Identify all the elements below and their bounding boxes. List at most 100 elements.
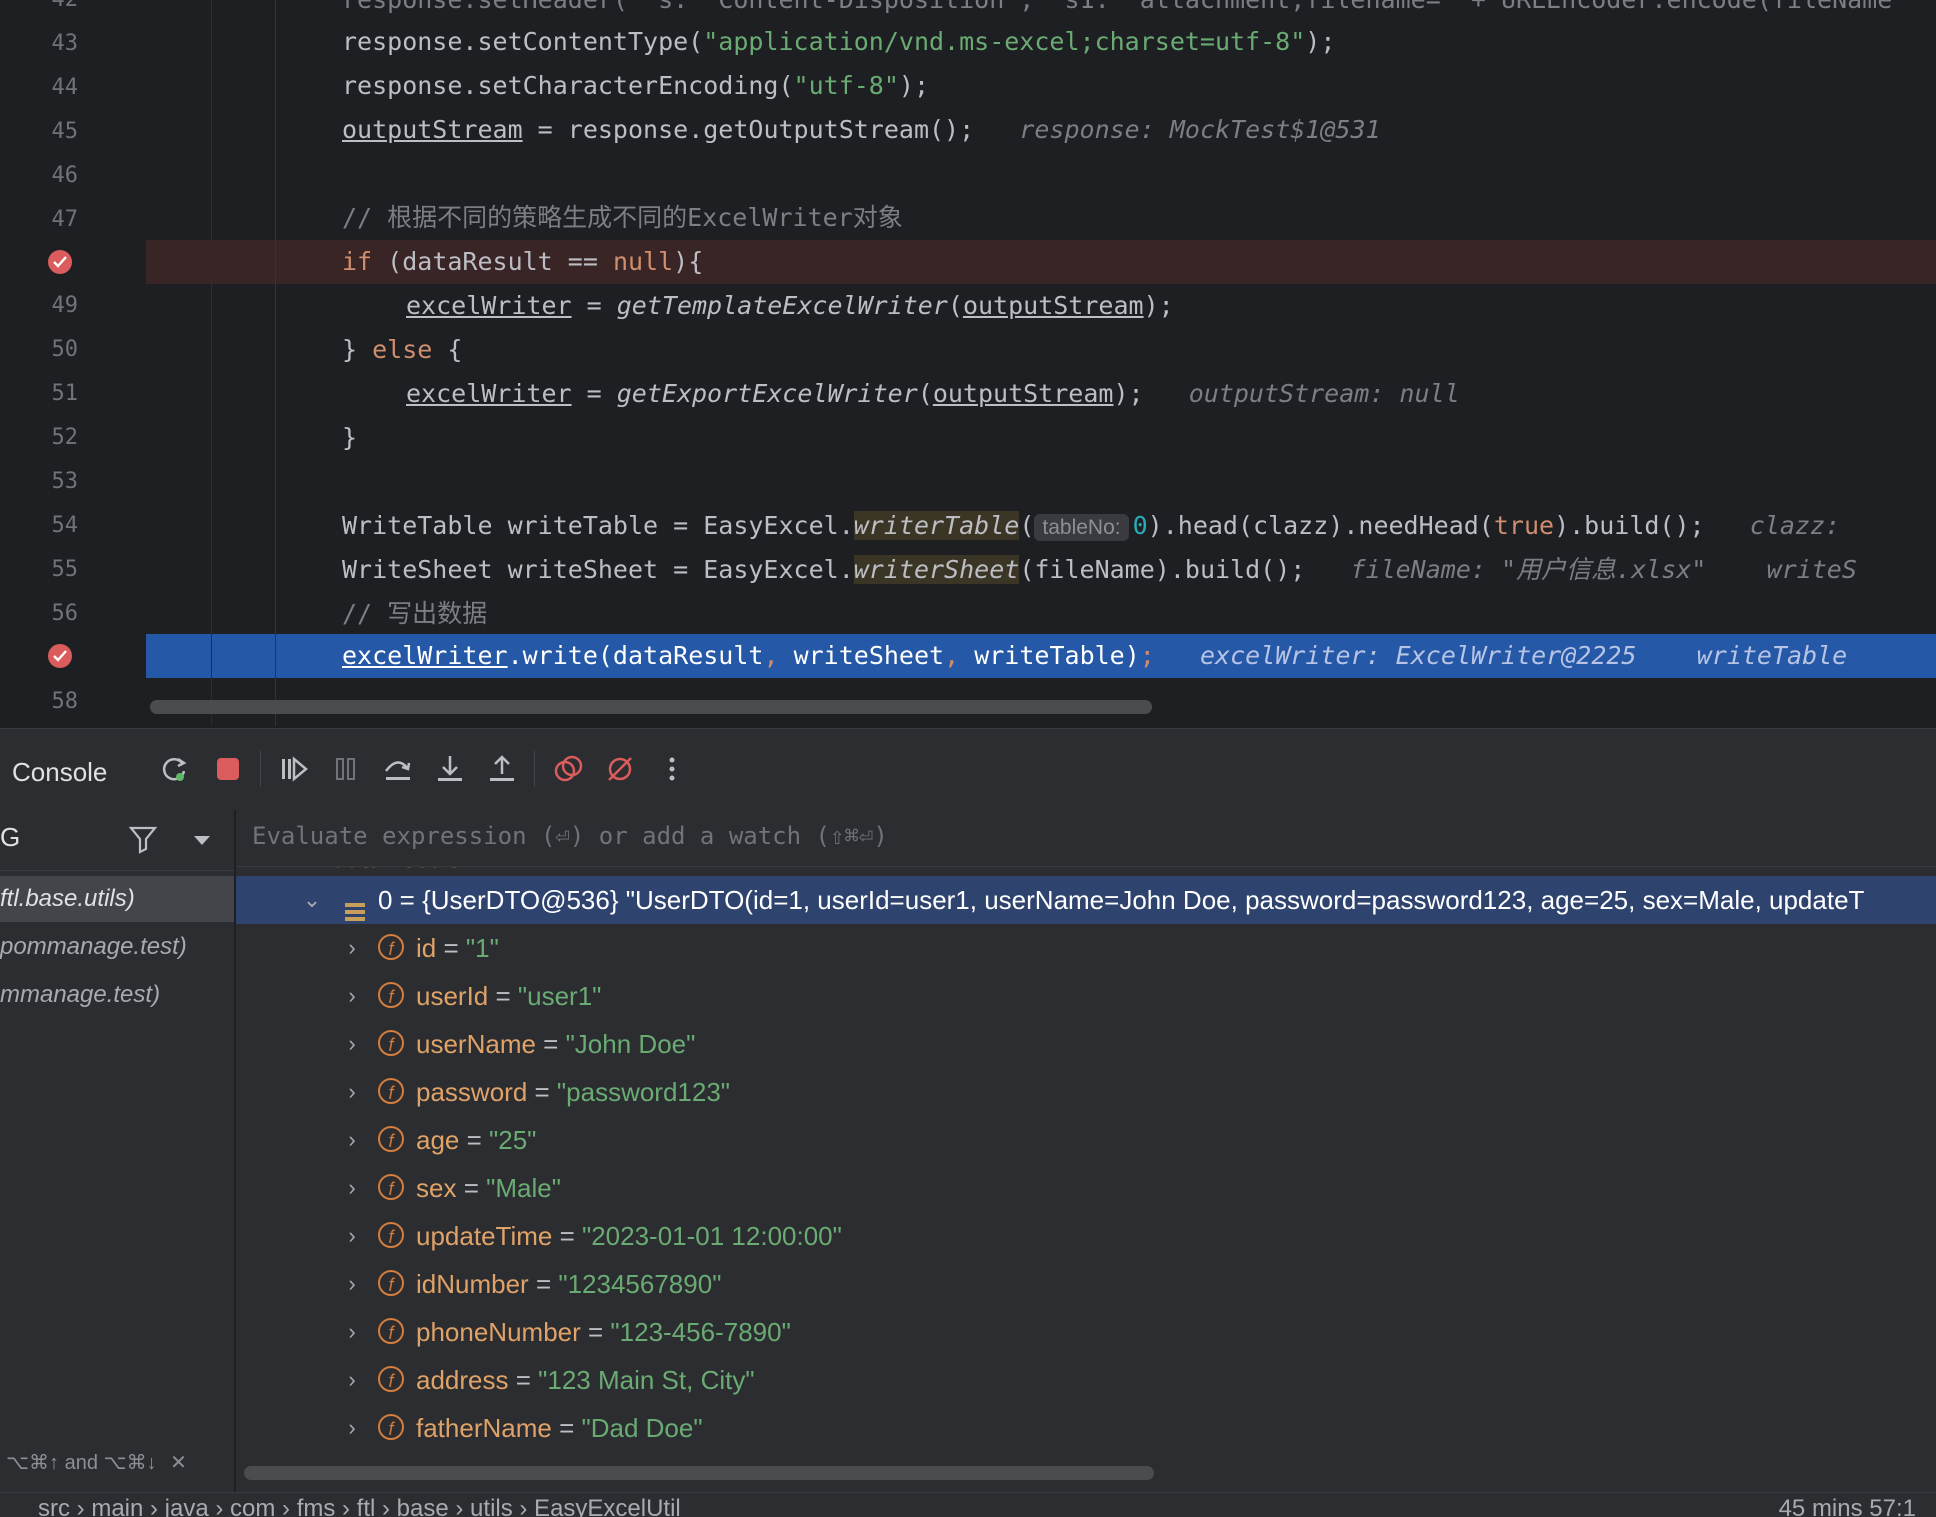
chevron-down-icon[interactable] — [192, 832, 212, 851]
variable-field-row[interactable]: › f sex = "Male" — [236, 1164, 1936, 1212]
code-line[interactable]: response.setContentType("application/vnd… — [146, 20, 1936, 64]
variable-field-row[interactable]: › f id = "1" — [236, 924, 1936, 972]
gutter-line[interactable]: 49 — [0, 284, 146, 328]
gutter-line[interactable]: 56 — [0, 592, 146, 636]
variable-field-row[interactable]: › f address = "123 Main St, City" — [236, 1356, 1936, 1404]
variable-name: userId — [416, 981, 489, 1011]
chevron-right-icon[interactable]: › — [340, 1164, 364, 1212]
thread-selector[interactable]: G — [0, 822, 20, 853]
step-into-icon[interactable] — [428, 747, 472, 791]
stop-icon[interactable] — [206, 747, 250, 791]
code-line[interactable]: } else { — [146, 328, 1936, 372]
variable-field-row[interactable]: › f phoneNumber = "123-456-7890" — [236, 1308, 1936, 1356]
chevron-right-icon[interactable]: › — [340, 1308, 364, 1356]
console-tab[interactable]: Console — [12, 757, 107, 788]
line-number: 49 — [51, 293, 79, 318]
code-line[interactable]: WriteTable writeTable = EasyExcel.writer… — [146, 504, 1936, 548]
chevron-right-icon[interactable]: › — [340, 1020, 364, 1068]
variable-field-text: fatherName = "Dad Doe" — [416, 1413, 703, 1443]
breakpoint-icon[interactable] — [48, 250, 72, 274]
variable-field-row[interactable]: › f userName = "John Doe" — [236, 1020, 1936, 1068]
chevron-down-icon[interactable]: ⌄ — [300, 876, 324, 924]
variable-name: password — [416, 1077, 528, 1107]
line-number: 42 — [0, 0, 79, 22]
variable-field-text: userId = "user1" — [416, 981, 602, 1011]
variable-value: "25" — [489, 1125, 537, 1155]
code-line-breakpoint[interactable]: if (dataResult == null){ — [146, 240, 1936, 284]
code-line[interactable]: excelWriter = getTemplateExcelWriter(out… — [146, 284, 1936, 328]
variable-field-text: updateTime = "2023-01-01 12:00:00" — [416, 1221, 842, 1251]
chevron-right-icon[interactable]: › — [340, 924, 364, 972]
gutter-line[interactable]: 52 — [0, 416, 146, 460]
code-line[interactable]: response.setHeader( s: "Content-Disposit… — [146, 0, 1936, 22]
variable-field-row[interactable]: › f password = "password123" — [236, 1068, 1936, 1116]
gutter-line-breakpoint[interactable] — [0, 240, 146, 284]
chevron-right-icon[interactable]: › — [340, 1260, 364, 1308]
line-number: 46 — [51, 163, 79, 188]
editor-horizontal-scrollbar[interactable] — [150, 700, 1152, 714]
chevron-right-icon[interactable]: › — [340, 1212, 364, 1260]
editor-gutter[interactable]: 42 43 44 45 46 47 49 50 51 52 53 54 55 5… — [0, 0, 146, 726]
chevron-right-icon[interactable]: › — [340, 972, 364, 1020]
pause-icon[interactable] — [324, 747, 368, 791]
code-line[interactable]: response.setCharacterEncoding("utf-8"); — [146, 64, 1936, 108]
variable-field-row[interactable]: › f fatherName = "Dad Doe" — [236, 1404, 1936, 1452]
more-icon[interactable] — [650, 747, 694, 791]
chevron-right-icon[interactable]: › — [340, 1404, 364, 1452]
code-line[interactable]: excelWriter = getExportExcelWriter(outpu… — [146, 372, 1936, 416]
code-line[interactable]: outputStream = response.getOutputStream(… — [146, 108, 1936, 152]
chevron-right-icon[interactable]: › — [340, 1356, 364, 1404]
gutter-line[interactable]: 46 — [0, 154, 146, 198]
gutter-line[interactable]: 55 — [0, 548, 146, 592]
code-editor[interactable]: 42 43 44 45 46 47 49 50 51 52 53 54 55 5… — [0, 0, 1936, 726]
gutter-line[interactable]: 58 — [0, 680, 146, 724]
code-line[interactable]: WriteSheet writeSheet = EasyExcel.writer… — [146, 548, 1936, 592]
evaluate-expression-input[interactable]: Evaluate expression (⏎) or add a watch (… — [252, 822, 888, 850]
rerun-debug-icon[interactable] — [152, 747, 196, 791]
variable-row-selected[interactable]: ⌄ 0 = {UserDTO@536} "UserDTO(id=1, userI… — [236, 876, 1936, 924]
chevron-right-icon[interactable]: › — [340, 1068, 364, 1116]
code-line[interactable]: } — [146, 416, 1936, 460]
code-line[interactable]: // 写出数据 — [146, 592, 1936, 636]
gutter-line[interactable]: 42 — [0, 0, 146, 22]
gutter-line-breakpoint[interactable] — [0, 634, 146, 678]
gutter-line[interactable]: 43 — [0, 22, 146, 66]
field-icon: f — [378, 1366, 404, 1392]
gutter-line[interactable]: 50 — [0, 328, 146, 372]
gutter-line[interactable]: 53 — [0, 460, 146, 504]
variable-field-row[interactable]: › f age = "25" — [236, 1116, 1936, 1164]
variable-value: "123 Main St, City" — [538, 1365, 755, 1395]
stack-frame-item[interactable]: mmanage.test) — [0, 972, 234, 1018]
gutter-line[interactable]: 45 — [0, 110, 146, 154]
inline-value: excelWriter: ExcelWriter@2225 — [1200, 641, 1637, 670]
evaluate-bar[interactable]: Evaluate expression (⏎) or add a watch (… — [236, 810, 1936, 867]
status-right-info[interactable]: 45 mins 57:1 — [1779, 1495, 1916, 1517]
field-icon: f — [378, 1174, 404, 1200]
breadcrumb[interactable]: src › main › java › com › fms › ftl › ba… — [38, 1495, 681, 1517]
step-over-icon[interactable] — [376, 747, 420, 791]
variable-field-row[interactable]: › f updateTime = "2023-01-01 12:00:00" — [236, 1212, 1936, 1260]
variables-panel: ⌄ dataResult ⌄ 0 = {UserDTO@536} "UserDT… — [236, 810, 1936, 1492]
variable-field-row[interactable]: › f userId = "user1" — [236, 972, 1936, 1020]
view-breakpoints-icon[interactable] — [546, 747, 590, 791]
code-area[interactable]: response.setHeader( s: "Content-Disposit… — [146, 0, 1936, 726]
gutter-line[interactable]: 54 — [0, 504, 146, 548]
code-line[interactable]: // 根据不同的策略生成不同的ExcelWriter对象 — [146, 196, 1936, 240]
variable-field-row[interactable]: › f idNumber = "1234567890" — [236, 1260, 1936, 1308]
close-icon[interactable]: ✕ — [170, 1452, 187, 1474]
stack-frame-item[interactable]: pommanage.test) — [0, 924, 234, 970]
gutter-line[interactable]: 51 — [0, 372, 146, 416]
filter-icon[interactable] — [128, 824, 158, 858]
gutter-line[interactable]: 44 — [0, 66, 146, 110]
field-icon: f — [378, 1318, 404, 1344]
gutter-line[interactable]: 47 — [0, 198, 146, 242]
resume-icon[interactable] — [272, 747, 316, 791]
step-out-icon[interactable] — [480, 747, 524, 791]
breakpoint-icon[interactable] — [48, 644, 72, 668]
variable-field-text: address = "123 Main St, City" — [416, 1365, 755, 1395]
mute-breakpoints-icon[interactable] — [598, 747, 642, 791]
chevron-right-icon[interactable]: › — [340, 1116, 364, 1164]
stack-frame-item[interactable]: ftl.base.utils) — [0, 876, 234, 922]
variables-horizontal-scrollbar[interactable] — [244, 1466, 1154, 1480]
code-line-current-execution[interactable]: excelWriter.write(dataResult, writeSheet… — [146, 634, 1936, 678]
